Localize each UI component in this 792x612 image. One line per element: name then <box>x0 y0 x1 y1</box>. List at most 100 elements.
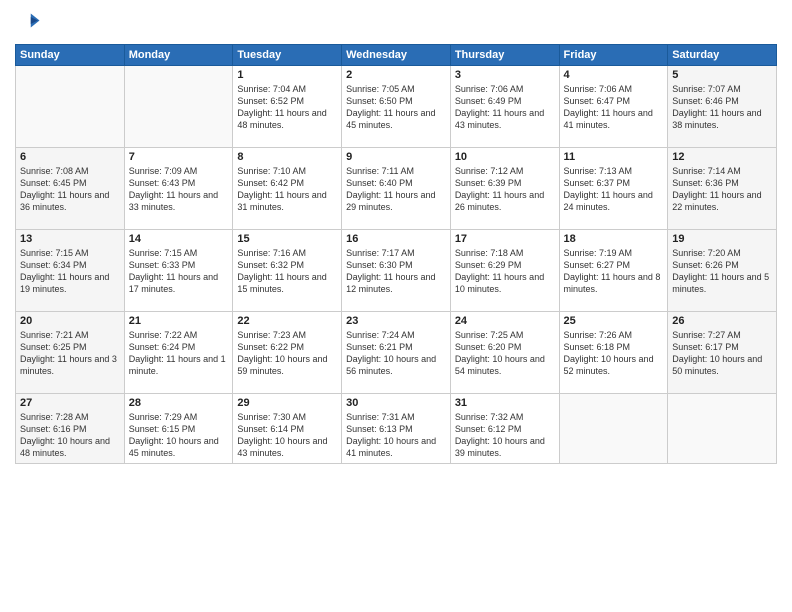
calendar-header-sunday: Sunday <box>16 45 125 66</box>
calendar-cell <box>16 66 125 148</box>
calendar-cell: 4 Sunrise: 7:06 AMSunset: 6:47 PMDaylight… <box>559 66 668 148</box>
calendar-header-friday: Friday <box>559 45 668 66</box>
day-info: Sunrise: 7:32 AMSunset: 6:12 PMDaylight:… <box>455 411 555 460</box>
day-info: Sunrise: 7:16 AMSunset: 6:32 PMDaylight:… <box>237 247 337 296</box>
calendar-cell: 23 Sunrise: 7:24 AMSunset: 6:21 PMDayligh… <box>342 312 451 394</box>
calendar-cell: 28Sunrise: 7:29 AMSunset: 6:15 PMDayligh… <box>124 394 233 464</box>
day-number: 12 <box>672 151 772 163</box>
calendar-cell: 30 Sunrise: 7:31 AMSunset: 6:13 PMDayligh… <box>342 394 451 464</box>
day-info: Sunrise: 7:17 AMSunset: 6:30 PMDaylight:… <box>346 247 446 296</box>
day-number: 23 <box>346 315 446 327</box>
day-number: 15 <box>237 233 337 245</box>
calendar-cell: 7 Sunrise: 7:09 AMSunset: 6:43 PMDaylight… <box>124 148 233 230</box>
calendar-cell: 21 Sunrise: 7:22 AMSunset: 6:24 PMDayligh… <box>124 312 233 394</box>
calendar-cell: 6 Sunrise: 7:08 AMSunset: 6:45 PMDaylight… <box>16 148 125 230</box>
calendar-cell <box>559 394 668 464</box>
day-number: 20 <box>20 315 120 327</box>
day-number: 7 <box>129 151 229 163</box>
day-number: 13 <box>20 233 120 245</box>
day-number: 3 <box>455 69 555 81</box>
day-info: Sunrise: 7:04 AMSunset: 6:52 PMDaylight:… <box>237 83 337 132</box>
day-number: 30 <box>346 397 446 409</box>
day-number: 29 <box>237 397 337 409</box>
calendar-cell: 27 Sunrise: 7:28 AMSunset: 6:16 PMDayligh… <box>16 394 125 464</box>
day-info: Sunrise: 7:07 AMSunset: 6:46 PMDaylight:… <box>672 83 772 132</box>
calendar-week-row: 27 Sunrise: 7:28 AMSunset: 6:16 PMDayligh… <box>16 394 777 464</box>
day-info: Sunrise: 7:14 AMSunset: 6:36 PMDaylight:… <box>672 165 772 214</box>
day-number: 22 <box>237 315 337 327</box>
day-info: Sunrise: 7:26 AMSunset: 6:18 PMDaylight:… <box>564 329 664 378</box>
day-number: 17 <box>455 233 555 245</box>
day-info: Sunrise: 7:09 AMSunset: 6:43 PMDaylight:… <box>129 165 229 214</box>
calendar-cell: 3Sunrise: 7:06 AMSunset: 6:49 PMDaylight… <box>450 66 559 148</box>
calendar-cell: 1Sunrise: 7:04 AMSunset: 6:52 PMDaylight… <box>233 66 342 148</box>
day-info: Sunrise: 7:24 AMSunset: 6:21 PMDaylight:… <box>346 329 446 378</box>
day-info: Sunrise: 7:27 AMSunset: 6:17 PMDaylight:… <box>672 329 772 378</box>
calendar-cell: 10 Sunrise: 7:12 AMSunset: 6:39 PMDayligh… <box>450 148 559 230</box>
calendar-cell <box>668 394 777 464</box>
day-number: 6 <box>20 151 120 163</box>
calendar-cell: 2 Sunrise: 7:05 AMSunset: 6:50 PMDaylight… <box>342 66 451 148</box>
calendar-table: SundayMondayTuesdayWednesdayThursdayFrid… <box>15 44 777 464</box>
day-info: Sunrise: 7:25 AMSunset: 6:20 PMDaylight:… <box>455 329 555 378</box>
calendar-cell: 24 Sunrise: 7:25 AMSunset: 6:20 PMDayligh… <box>450 312 559 394</box>
calendar-cell <box>124 66 233 148</box>
calendar-cell: 9 Sunrise: 7:11 AMSunset: 6:40 PMDaylight… <box>342 148 451 230</box>
day-info: Sunrise: 7:29 AMSunset: 6:15 PMDaylight:… <box>129 411 229 460</box>
calendar-week-row: 13 Sunrise: 7:15 AMSunset: 6:34 PMDayligh… <box>16 230 777 312</box>
day-number: 10 <box>455 151 555 163</box>
day-info: Sunrise: 7:06 AMSunset: 6:47 PMDaylight:… <box>564 83 664 132</box>
calendar-cell: 8Sunrise: 7:10 AMSunset: 6:42 PMDaylight… <box>233 148 342 230</box>
header <box>15 10 777 38</box>
logo-icon <box>15 10 43 38</box>
day-info: Sunrise: 7:11 AMSunset: 6:40 PMDaylight:… <box>346 165 446 214</box>
calendar-header-wednesday: Wednesday <box>342 45 451 66</box>
calendar-cell: 5Sunrise: 7:07 AMSunset: 6:46 PMDaylight… <box>668 66 777 148</box>
day-info: Sunrise: 7:23 AMSunset: 6:22 PMDaylight:… <box>237 329 337 378</box>
day-info: Sunrise: 7:20 AMSunset: 6:26 PMDaylight:… <box>672 247 772 296</box>
calendar-header-tuesday: Tuesday <box>233 45 342 66</box>
day-info: Sunrise: 7:30 AMSunset: 6:14 PMDaylight:… <box>237 411 337 460</box>
calendar-header-monday: Monday <box>124 45 233 66</box>
day-number: 4 <box>564 69 664 81</box>
day-number: 19 <box>672 233 772 245</box>
calendar-cell: 16 Sunrise: 7:17 AMSunset: 6:30 PMDayligh… <box>342 230 451 312</box>
day-number: 11 <box>564 151 664 163</box>
day-info: Sunrise: 7:19 AMSunset: 6:27 PMDaylight:… <box>564 247 664 296</box>
day-number: 27 <box>20 397 120 409</box>
calendar-cell: 26 Sunrise: 7:27 AMSunset: 6:17 PMDayligh… <box>668 312 777 394</box>
day-number: 31 <box>455 397 555 409</box>
day-info: Sunrise: 7:12 AMSunset: 6:39 PMDaylight:… <box>455 165 555 214</box>
day-info: Sunrise: 7:21 AMSunset: 6:25 PMDaylight:… <box>20 329 120 378</box>
calendar-cell: 22 Sunrise: 7:23 AMSunset: 6:22 PMDayligh… <box>233 312 342 394</box>
day-number: 16 <box>346 233 446 245</box>
day-number: 25 <box>564 315 664 327</box>
day-number: 18 <box>564 233 664 245</box>
day-number: 24 <box>455 315 555 327</box>
calendar-cell: 15 Sunrise: 7:16 AMSunset: 6:32 PMDayligh… <box>233 230 342 312</box>
day-info: Sunrise: 7:28 AMSunset: 6:16 PMDaylight:… <box>20 411 120 460</box>
page: SundayMondayTuesdayWednesdayThursdayFrid… <box>0 0 792 612</box>
calendar-cell: 12 Sunrise: 7:14 AMSunset: 6:36 PMDayligh… <box>668 148 777 230</box>
day-info: Sunrise: 7:08 AMSunset: 6:45 PMDaylight:… <box>20 165 120 214</box>
day-info: Sunrise: 7:05 AMSunset: 6:50 PMDaylight:… <box>346 83 446 132</box>
day-info: Sunrise: 7:13 AMSunset: 6:37 PMDaylight:… <box>564 165 664 214</box>
day-info: Sunrise: 7:15 AMSunset: 6:33 PMDaylight:… <box>129 247 229 296</box>
calendar-cell: 14 Sunrise: 7:15 AMSunset: 6:33 PMDayligh… <box>124 230 233 312</box>
calendar-cell: 11 Sunrise: 7:13 AMSunset: 6:37 PMDayligh… <box>559 148 668 230</box>
day-info: Sunrise: 7:22 AMSunset: 6:24 PMDaylight:… <box>129 329 229 378</box>
calendar-cell: 25 Sunrise: 7:26 AMSunset: 6:18 PMDayligh… <box>559 312 668 394</box>
calendar-week-row: 6 Sunrise: 7:08 AMSunset: 6:45 PMDaylight… <box>16 148 777 230</box>
day-number: 9 <box>346 151 446 163</box>
day-info: Sunrise: 7:10 AMSunset: 6:42 PMDaylight:… <box>237 165 337 214</box>
day-number: 26 <box>672 315 772 327</box>
day-number: 14 <box>129 233 229 245</box>
day-number: 2 <box>346 69 446 81</box>
calendar-cell: 18 Sunrise: 7:19 AMSunset: 6:27 PMDayligh… <box>559 230 668 312</box>
day-number: 21 <box>129 315 229 327</box>
calendar-cell: 31 Sunrise: 7:32 AMSunset: 6:12 PMDayligh… <box>450 394 559 464</box>
calendar-week-row: 20 Sunrise: 7:21 AMSunset: 6:25 PMDayligh… <box>16 312 777 394</box>
day-info: Sunrise: 7:31 AMSunset: 6:13 PMDaylight:… <box>346 411 446 460</box>
day-info: Sunrise: 7:15 AMSunset: 6:34 PMDaylight:… <box>20 247 120 296</box>
calendar-cell: 17Sunrise: 7:18 AMSunset: 6:29 PMDayligh… <box>450 230 559 312</box>
